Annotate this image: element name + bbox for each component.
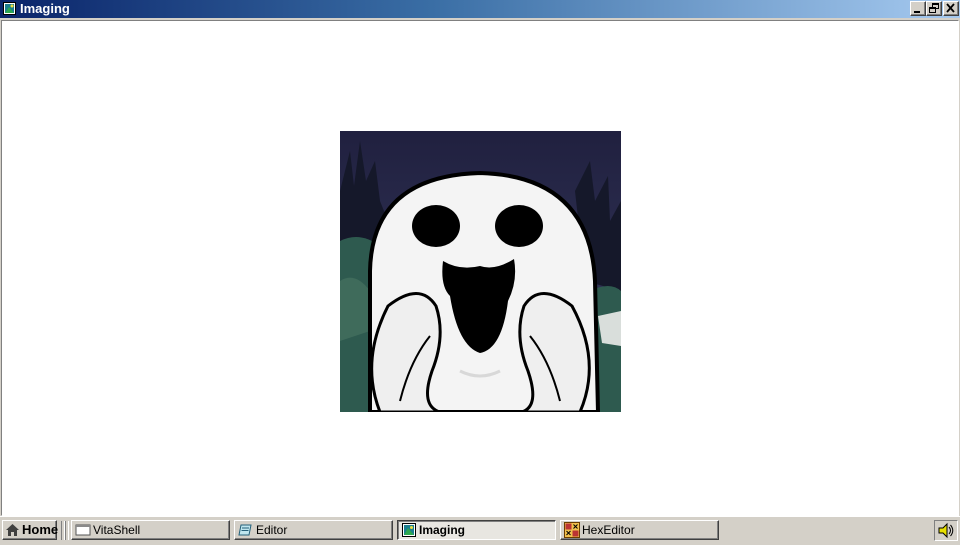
home-label: Home bbox=[22, 522, 59, 537]
home-icon bbox=[5, 523, 20, 542]
scared-ghost-picture bbox=[340, 131, 621, 412]
home-button[interactable]: Home bbox=[2, 520, 59, 542]
task-label: Editor bbox=[256, 523, 288, 537]
minimize-button[interactable] bbox=[910, 1, 926, 16]
task-editor[interactable]: Editor bbox=[234, 520, 393, 540]
title-bar[interactable]: Imaging bbox=[0, 0, 960, 18]
minimize-icon bbox=[914, 11, 920, 13]
task-imaging[interactable]: Imaging bbox=[397, 520, 556, 540]
imaging-app-icon bbox=[401, 522, 417, 543]
task-vitashell[interactable]: VitaShell bbox=[71, 520, 230, 540]
task-hexeditor[interactable]: HexEditor bbox=[560, 520, 719, 540]
restore-button[interactable] bbox=[926, 1, 942, 16]
system-tray bbox=[934, 520, 958, 541]
imaging-app-icon bbox=[3, 2, 16, 15]
window-title: Imaging bbox=[20, 1, 70, 16]
task-label: Imaging bbox=[419, 523, 466, 537]
hexeditor-icon bbox=[564, 522, 580, 543]
task-label: VitaShell bbox=[93, 523, 141, 537]
imaging-window: Imaging bbox=[0, 0, 960, 516]
editor-icon bbox=[238, 522, 254, 543]
image-viewport bbox=[1, 20, 959, 516]
restore-icon bbox=[929, 3, 939, 13]
close-button[interactable] bbox=[943, 1, 959, 16]
speaker-icon[interactable] bbox=[937, 522, 955, 544]
task-label: HexEditor bbox=[582, 523, 635, 537]
close-icon bbox=[946, 3, 955, 13]
taskbar-separator bbox=[65, 521, 69, 540]
taskbar: Home VitaShell Editor Imaging HexEditor bbox=[0, 516, 960, 545]
vitashell-icon bbox=[75, 522, 91, 543]
